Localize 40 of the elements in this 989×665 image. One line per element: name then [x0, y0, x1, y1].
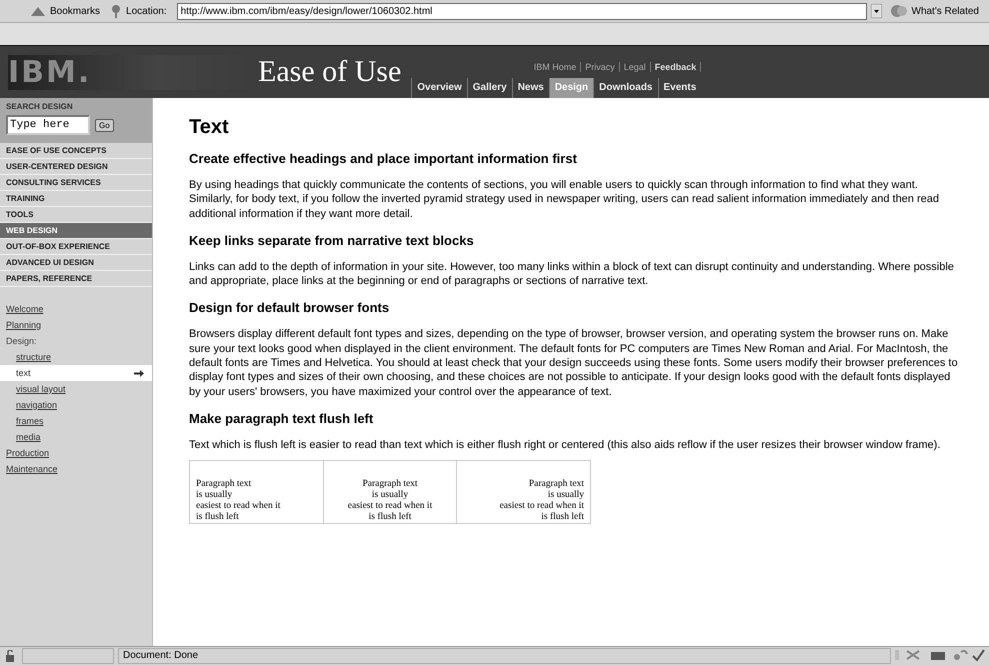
header-link[interactable]: Privacy — [581, 62, 620, 72]
page-link[interactable]: Production — [0, 445, 56, 461]
location-label: Location: — [126, 6, 167, 16]
section-heading: Design for default browser fonts — [189, 300, 390, 316]
location-icon — [110, 4, 122, 18]
header-link[interactable]: Legal — [620, 62, 651, 72]
bookmarks-button[interactable]: Bookmarks — [50, 6, 100, 16]
status-text: Document: Done — [118, 648, 891, 664]
search-field[interactable]: Type here — [6, 115, 90, 135]
search-title: SEARCH DESIGN — [6, 102, 74, 111]
arrow-icon — [134, 370, 144, 376]
page-link[interactable]: visual layout — [0, 381, 72, 397]
paragraph: Text which is flush left is easier to read than text which is either flush right or centered (this also aids reflow if the user resizes their browser window frame). — [189, 438, 942, 452]
section-heading: Make paragraph text flush left — [189, 410, 374, 426]
paragraph: Browsers display different default font types and sizes, depending on the type of browser, browser version, and operating system the browser runs on. Make sure your text looks good when displayed in the client environment. The default fonts for PC computers are Times New Roman and Arial. For MacIntosh, the default fonts are Times and Helvetica. You should at least check that your design succeeds using these fonts. Some users modify their browser preferences to display font types and sizes of their own choosing, and these choices are not possible to anticipate. If your design looks good with the default fonts displayed by your users' browsers, you have maximized your control over the appearance of text. — [189, 327, 959, 399]
site-title: Ease of Use — [258, 55, 402, 89]
paragraph: Links can add to the depth of information in your site. However, too many links within a block of text can disrupt continuity and understanding. Where possible and appropriate, place links at the beginning or end of paragraphs or sections of narrative text. — [189, 260, 955, 288]
page-link[interactable]: Maintenance — [0, 461, 64, 477]
example-text: Paragraph text is usually easiest to read when it is flush left — [346, 479, 434, 523]
example-text: Paragraph text is usually easiest to read when it is flush left — [498, 479, 584, 523]
dropdown-icon[interactable] — [870, 4, 882, 18]
section-heading: Create effective headings and place important information first — [189, 151, 578, 166]
page-link[interactable]: media — [0, 429, 47, 445]
go-button[interactable]: Go — [95, 118, 114, 132]
page-link[interactable]: navigation — [0, 397, 64, 413]
paragraph: By using headings that quickly communicate the contents of sections, you will enable users to quickly scan through information to find what they want. Similarly, for body text, if you follow the inverted pyramid strategy used in newspaper writing, users can read salient information immediately and then read additional information if they want more detail. — [189, 178, 940, 221]
section-link[interactable]: WEB DESIGN — [0, 223, 152, 239]
url-field[interactable]: http://www.ibm.com/ibm/easy/design/lower/1060302.html — [176, 2, 866, 20]
whats-related-button[interactable]: What's Related — [912, 6, 979, 16]
header-link[interactable]: Feedback — [650, 62, 702, 72]
section-heading: Keep links separate from narrative text blocks — [189, 232, 475, 248]
page-link[interactable]: Planning — [0, 317, 48, 333]
page-heading: Design: — [5, 335, 38, 348]
page-link[interactable]: frames — [0, 413, 50, 429]
page-title: Text — [189, 116, 230, 139]
page-link[interactable]: structure — [0, 349, 58, 365]
header-link[interactable]: IBM Home — [530, 62, 582, 72]
example-text: Paragraph text is usually easiest to read when it is flush left — [196, 479, 282, 523]
component-bar-icons-drawing[interactable] — [895, 648, 985, 662]
page-link[interactable]: Welcome — [0, 301, 50, 317]
